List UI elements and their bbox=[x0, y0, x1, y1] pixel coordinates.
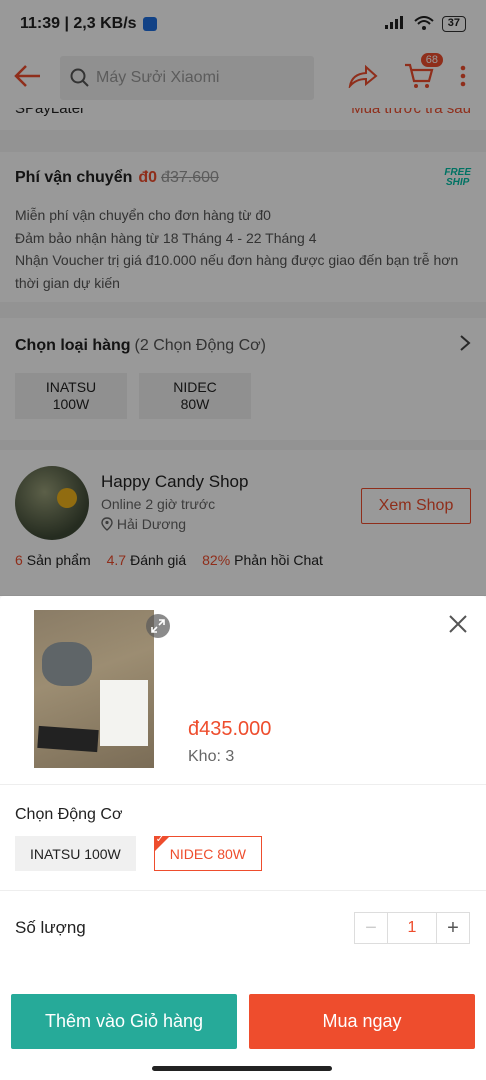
option-group-label: Chọn Động Cơ bbox=[15, 806, 123, 823]
product-price: đ435.000 bbox=[188, 718, 272, 740]
divider bbox=[0, 890, 486, 891]
option-nidec-80w-selected[interactable]: ✓ NIDEC 80W bbox=[153, 834, 262, 871]
option-group: INATSU 100W ✓ NIDEC 80W bbox=[15, 834, 262, 871]
add-to-cart-button[interactable]: Thêm vào Giỏ hàng bbox=[11, 994, 237, 1049]
product-stock: Kho: 3 bbox=[188, 748, 235, 765]
increase-button[interactable]: + bbox=[437, 913, 469, 943]
divider bbox=[0, 784, 486, 785]
expand-icon[interactable] bbox=[146, 614, 170, 638]
home-indicator[interactable] bbox=[152, 1066, 332, 1071]
quantity-input[interactable]: 1 bbox=[387, 913, 437, 943]
option-inatsu-100w[interactable]: INATSU 100W bbox=[15, 836, 136, 871]
dim-overlay[interactable] bbox=[0, 0, 486, 596]
check-icon: ✓ bbox=[155, 834, 165, 845]
buy-now-button[interactable]: Mua ngay bbox=[249, 994, 475, 1049]
decrease-button[interactable]: − bbox=[355, 913, 387, 943]
product-thumbnail[interactable] bbox=[34, 610, 154, 768]
close-icon[interactable] bbox=[448, 614, 468, 639]
quantity-stepper: − 1 + bbox=[354, 912, 470, 944]
variant-bottom-sheet: đ435.000 Kho: 3 Chọn Động Cơ INATSU 100W… bbox=[0, 596, 486, 1080]
quantity-label: Số lượng bbox=[15, 918, 86, 937]
